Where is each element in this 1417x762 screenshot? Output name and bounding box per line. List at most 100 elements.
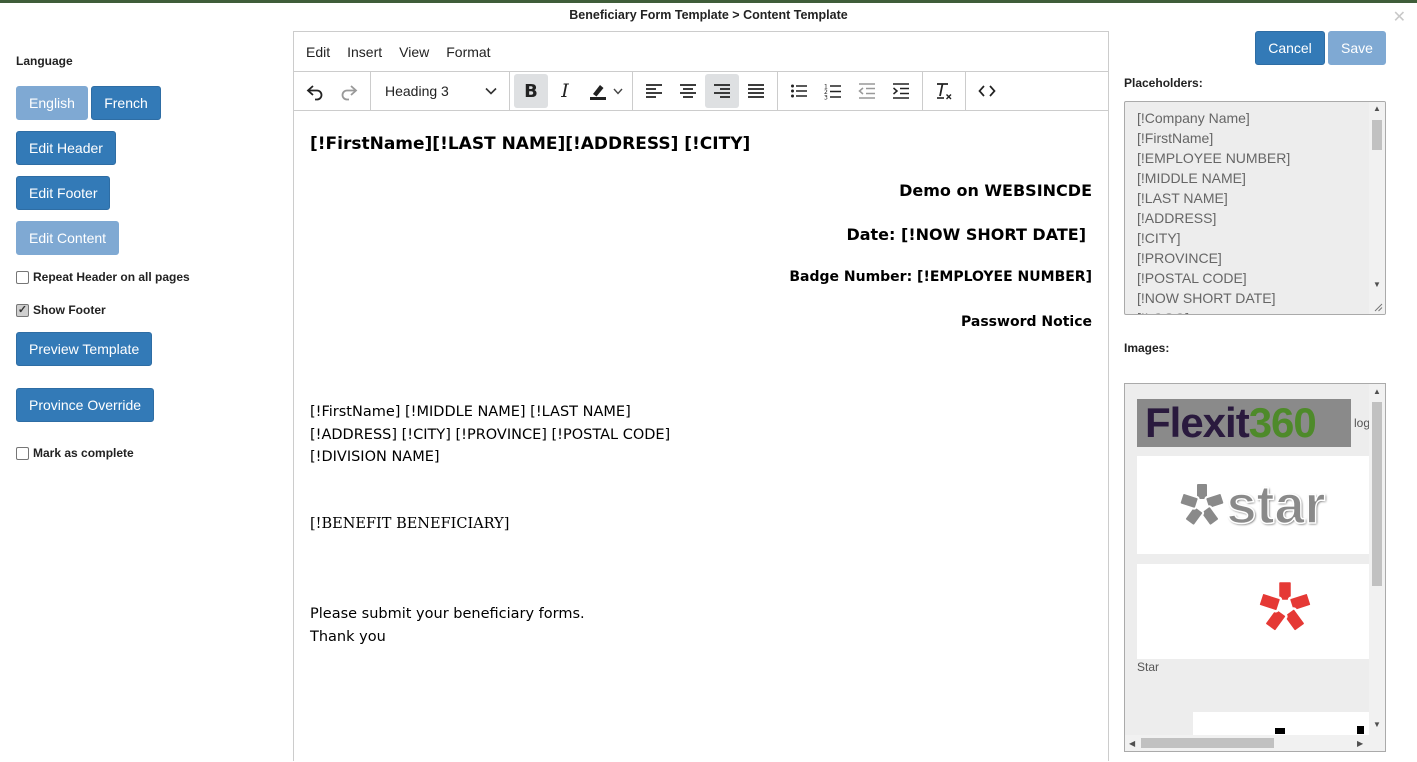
block-format-value: Heading 3 [385,83,449,99]
scroll-up-icon[interactable]: ▲ [1373,104,1381,113]
scroll-right-icon[interactable]: ▶ [1357,739,1363,748]
red-star-image[interactable] [1137,564,1369,659]
scroll-up-icon[interactable]: ▲ [1373,387,1381,396]
rich-text-editor: Edit Insert View Format Heading 3 B I 1 … [293,31,1109,761]
edit-footer-button[interactable]: Edit Footer [16,176,111,210]
images-vertical-scrollbar[interactable]: ▲ ▼ [1369,384,1385,736]
show-footer-checkbox[interactable] [16,303,29,317]
province-override-button[interactable]: Province Override [16,388,155,422]
french-button[interactable]: French [91,86,161,120]
menu-edit[interactable]: Edit [306,44,330,60]
content-address-line-2: [!ADDRESS] [!CITY] [!PROVINCE] [!POSTAL … [310,426,671,443]
chevron-down-icon [485,87,497,95]
highlight-color-icon[interactable] [582,74,628,108]
images-gallery[interactable]: Flexit 360 log star Star ▲ ▼ ◀ ▶ [1124,383,1386,752]
menu-view[interactable]: View [399,44,429,60]
repeat-header-checkbox[interactable] [16,270,29,284]
menu-format[interactable]: Format [446,44,490,60]
placeholder-item[interactable]: [!LOGO] [1137,308,1373,314]
scroll-down-icon[interactable]: ▼ [1373,280,1381,289]
preview-template-button[interactable]: Preview Template [16,332,153,366]
content-address-block: [!FirstName] [!MIDDLE NAME] [!LAST NAME]… [310,401,670,469]
flexit-logo-number: 360 [1248,399,1317,446]
content-heading-line: [!FirstName][!LAST NAME][!ADDRESS] [!CIT… [310,134,751,154]
placeholder-item[interactable]: [!ADDRESS] [1137,208,1373,228]
resize-handle-icon[interactable] [1373,302,1383,312]
cancel-button[interactable]: Cancel [1255,31,1325,65]
english-button[interactable]: English [16,86,88,120]
left-panel: Language English French Edit Header Edit… [0,3,280,761]
content-date-line: Date: [!NOW SHORT DATE] [846,225,1086,244]
star-wordmark-text: star [1226,474,1327,536]
placeholders-items: [!Company Name] [!FirstName] [!EMPLOYEE NU… [1125,102,1385,314]
mark-complete-option[interactable]: Mark as complete [16,446,134,460]
placeholders-scrollbar[interactable]: ▲ ▼ [1369,102,1385,314]
edit-header-button[interactable]: Edit Header [16,131,116,165]
bullet-list-icon[interactable] [782,74,816,108]
content-benefit-line: [!BENEFIT BENEFICIARY] [310,516,510,532]
content-thanks-line: Thank you [310,628,386,645]
content-notice-line: Password Notice [961,314,1092,330]
mark-complete-checkbox[interactable] [16,446,29,460]
placeholder-item[interactable]: [!POSTAL CODE] [1137,268,1373,288]
save-button[interactable]: Save [1328,31,1386,65]
placeholder-item[interactable]: [!LAST NAME] [1137,188,1373,208]
star-wordmark-image[interactable]: star [1137,456,1369,554]
show-footer-option[interactable]: Show Footer [16,303,106,317]
toolbar-separator [777,71,778,111]
images-label: Images: [1124,341,1170,355]
placeholder-item[interactable]: [!FirstName] [1137,128,1373,148]
align-right-icon[interactable] [705,74,739,108]
placeholder-item[interactable]: [!PROVINCE] [1137,248,1373,268]
scroll-down-icon[interactable]: ▼ [1373,720,1381,729]
content-badge-line: Badge Number: [!EMPLOYEE NUMBER] [789,269,1092,285]
scrollbar-thumb[interactable] [1372,120,1382,150]
scrollbar-thumb[interactable] [1372,402,1382,586]
language-label: Language [16,54,73,68]
edit-content-button[interactable]: Edit Content [16,221,120,255]
placeholders-list[interactable]: [!Company Name] [!FirstName] [!EMPLOYEE NU… [1124,101,1386,315]
italic-icon[interactable]: I [548,74,582,108]
placeholders-label: Placeholders: [1124,76,1203,90]
undo-icon[interactable] [298,74,332,108]
placeholder-item[interactable]: [!CITY] [1137,228,1373,248]
repeat-header-option[interactable]: Repeat Header on all pages [16,270,190,284]
flexit-caption: log [1354,416,1371,430]
close-icon[interactable]: ✕ [1393,7,1406,27]
redo-icon[interactable] [332,74,366,108]
placeholder-item[interactable]: [!EMPLOYEE NUMBER] [1137,148,1373,168]
scrollbar-thumb[interactable] [1141,738,1274,748]
content-address-line-3: [!DIVISION NAME] [310,449,440,465]
content-template-dialog: Beneficiary Form Template > Content Temp… [0,3,1417,761]
star-caption: Star [1137,660,1160,674]
toolbar-separator [370,71,371,111]
toolbar-separator [632,71,633,111]
editor-content-area[interactable]: [!FirstName][!LAST NAME][!ADDRESS] [!CIT… [294,112,1108,762]
align-justify-icon[interactable] [739,74,773,108]
menu-insert[interactable]: Insert [347,44,382,60]
toolbar-separator [965,71,966,111]
toolbar-separator [922,71,923,111]
bold-icon[interactable]: B [514,74,548,108]
content-address-line-1: [!FirstName] [!MIDDLE NAME] [!LAST NAME] [310,404,631,420]
toolbar-separator [509,71,510,111]
source-code-icon[interactable] [970,74,1004,108]
placeholder-item[interactable]: [!NOW SHORT DATE] [1137,288,1373,308]
content-closing-block: Please submit your beneficiary forms. Th… [310,603,585,648]
align-center-icon[interactable] [671,74,705,108]
scroll-left-icon[interactable]: ◀ [1129,739,1135,748]
editor-menubar: Edit Insert View Format [294,32,1108,72]
flexit-logo-image[interactable]: Flexit 360 [1137,399,1351,447]
content-submit-line: Please submit your beneficiary forms. [310,606,585,622]
content-demo-line: Demo on WEBSINCDE [899,181,1092,200]
clear-formatting-icon[interactable] [927,74,961,108]
placeholder-item[interactable]: [!Company Name] [1137,108,1373,128]
block-format-select[interactable]: Heading 3 [375,74,505,108]
svg-text:3: 3 [824,94,828,100]
images-horizontal-scrollbar[interactable]: ◀ ▶ [1125,735,1385,751]
outdent-icon[interactable] [850,74,884,108]
numbered-list-icon[interactable]: 123 [816,74,850,108]
placeholder-item[interactable]: [!MIDDLE NAME] [1137,168,1373,188]
align-left-icon[interactable] [637,74,671,108]
indent-icon[interactable] [884,74,918,108]
